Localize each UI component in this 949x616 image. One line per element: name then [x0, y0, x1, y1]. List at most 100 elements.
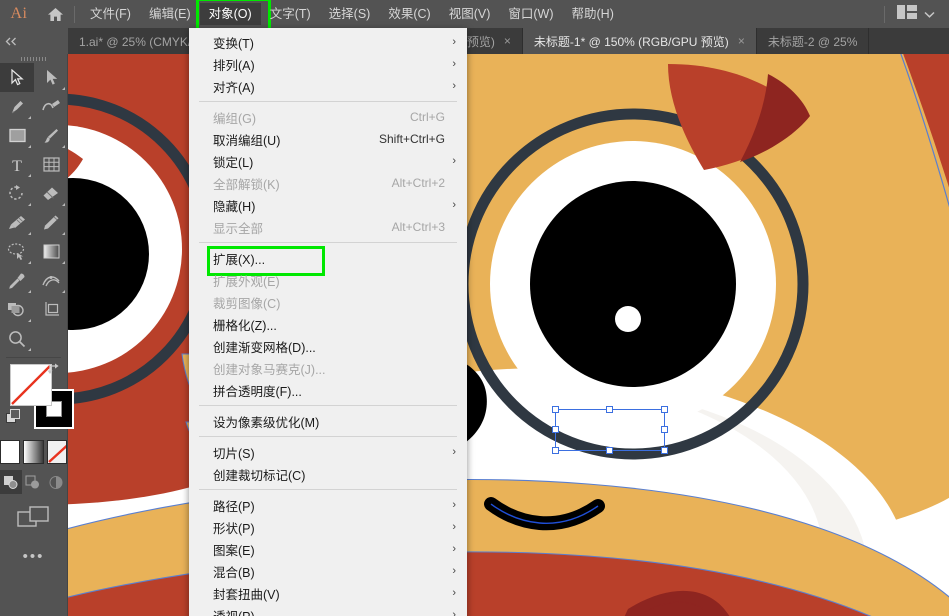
- draw-normal-mode[interactable]: [0, 470, 23, 494]
- selection-handle-bottom-center[interactable]: [606, 447, 613, 454]
- pencil-tool[interactable]: [34, 208, 68, 237]
- selection-tool[interactable]: [0, 63, 34, 92]
- default-fill-stroke-icon[interactable]: [6, 409, 21, 429]
- menu-item-expand[interactable]: 扩展(X)...: [189, 246, 467, 276]
- menu-item-shape[interactable]: 形状(P) ›: [189, 516, 467, 538]
- change-screen-mode-icon[interactable]: [0, 506, 67, 532]
- menu-item-unlock-all: 全部解锁(K) Alt+Ctrl+2: [189, 172, 467, 194]
- menu-item-path[interactable]: 路径(P) ›: [189, 494, 467, 516]
- shaper-grid-tool[interactable]: [34, 150, 68, 179]
- menu-help[interactable]: 帮助(H): [563, 3, 623, 25]
- object-dropdown-menu[interactable]: 变换(T) › 排列(A) › 对齐(A) › 编组(G) Ctrl+G 取消编组(U) Shif…: [189, 28, 467, 616]
- curvature-tool[interactable]: [34, 92, 68, 121]
- tool-flyout-corner[interactable]: [28, 203, 31, 206]
- menu-item-envelope-distort-label: 封套扭曲(V): [213, 587, 280, 602]
- edit-toolbar-dots-icon[interactable]: •••: [0, 548, 67, 565]
- menu-item-transform[interactable]: 变换(T) ›: [189, 31, 467, 53]
- selection-handle-bottom-right[interactable]: [661, 447, 668, 454]
- menu-item-envelope-distort[interactable]: 封套扭曲(V) ›: [189, 582, 467, 604]
- artboard-tool[interactable]: [34, 295, 68, 324]
- selection-handle-top-left[interactable]: [552, 406, 559, 413]
- tool-flyout-corner[interactable]: [62, 203, 65, 206]
- selection-handle-middle-right[interactable]: [661, 426, 668, 433]
- menu-item-align[interactable]: 对齐(A) ›: [189, 75, 467, 97]
- menu-effect[interactable]: 效果(C): [379, 3, 439, 25]
- eraser-tool[interactable]: [34, 179, 68, 208]
- tool-flyout-corner[interactable]: [28, 232, 31, 235]
- menu-select[interactable]: 选择(S): [320, 3, 380, 25]
- menu-type-label: 文字(T): [269, 7, 311, 21]
- document-tab-4[interactable]: 未标题-2 @ 25%: [756, 28, 870, 54]
- menu-item-slice[interactable]: 切片(S) ›: [189, 441, 467, 463]
- draw-inside-mode[interactable]: [45, 470, 67, 494]
- menu-item-arrange-label: 排列(A): [213, 58, 255, 73]
- gradient-tool[interactable]: [34, 237, 68, 266]
- shape-builder-tool[interactable]: [0, 295, 34, 324]
- menu-item-lock[interactable]: 锁定(L) ›: [189, 150, 467, 172]
- menu-item-show-all: 显示全部 Alt+Ctrl+3: [189, 216, 467, 238]
- tool-flyout-corner[interactable]: [62, 261, 65, 264]
- menu-type[interactable]: 文字(T): [261, 3, 320, 25]
- panel-collapse-control[interactable]: [0, 28, 68, 54]
- toolbar-drag-grip[interactable]: [0, 54, 67, 63]
- pen-tool[interactable]: [0, 92, 34, 121]
- tool-flyout-corner[interactable]: [62, 290, 65, 293]
- menu-item-ungroup[interactable]: 取消编组(U) Shift+Ctrl+G: [189, 128, 467, 150]
- submenu-chevron-right-icon: ›: [452, 198, 456, 211]
- menu-view[interactable]: 视图(V): [440, 3, 500, 25]
- tab-close-icon[interactable]: ×: [738, 35, 745, 47]
- lasso-select-tool[interactable]: [0, 237, 34, 266]
- menu-item-flatten-transparency-label: 拼合透明度(F)...: [213, 384, 302, 399]
- zoom-tool[interactable]: [0, 324, 34, 353]
- paintbrush-tool[interactable]: [34, 121, 68, 150]
- tool-flyout-corner[interactable]: [28, 319, 31, 322]
- submenu-chevron-right-icon: ›: [452, 154, 456, 167]
- selection-handle-top-right[interactable]: [661, 406, 668, 413]
- home-icon[interactable]: [38, 0, 72, 28]
- tool-flyout-corner[interactable]: [62, 145, 65, 148]
- chevron-down-icon[interactable]: [924, 5, 935, 23]
- menu-edit[interactable]: 编辑(E): [140, 3, 200, 25]
- direct-selection-tool[interactable]: [34, 63, 68, 92]
- path-selection-bbox[interactable]: [552, 406, 668, 454]
- type-tool[interactable]: T: [0, 150, 34, 179]
- gradient-mode[interactable]: [23, 440, 44, 464]
- document-tab-3[interactable]: 未标题-1* @ 150% (RGB/GPU 预览) ×: [522, 28, 757, 54]
- menu-item-arrange[interactable]: 排列(A) ›: [189, 53, 467, 75]
- menu-item-flatten-transparency[interactable]: 拼合透明度(F)...: [189, 379, 467, 401]
- swap-fill-stroke-icon[interactable]: [46, 362, 61, 381]
- menu-item-hide[interactable]: 隐藏(H) ›: [189, 194, 467, 216]
- tool-flyout-corner[interactable]: [28, 174, 31, 177]
- menu-item-create-trim-marks[interactable]: 创建裁切标记(C): [189, 463, 467, 485]
- rectangle-tool[interactable]: [0, 121, 34, 150]
- blob-brush-tool[interactable]: [0, 208, 34, 237]
- tool-flyout-corner[interactable]: [62, 87, 65, 90]
- workspace-switcher[interactable]: [884, 0, 949, 28]
- selection-handle-top-center[interactable]: [606, 406, 613, 413]
- menu-item-blend[interactable]: 混合(B) ›: [189, 560, 467, 582]
- menu-item-make-pixel-perfect[interactable]: 设为像素级优化(M): [189, 410, 467, 432]
- tab-close-icon[interactable]: ×: [504, 35, 511, 47]
- selection-handle-middle-left[interactable]: [552, 426, 559, 433]
- workspace-layout-icon[interactable]: [897, 4, 917, 24]
- tool-flyout-corner[interactable]: [28, 145, 31, 148]
- width-tool[interactable]: [34, 266, 68, 295]
- none-mode[interactable]: [46, 440, 67, 464]
- eyedropper-tool[interactable]: [0, 266, 34, 295]
- menu-item-rasterize[interactable]: 栅格化(Z)...: [189, 313, 467, 335]
- rotate-tool[interactable]: [0, 179, 34, 208]
- menu-item-pattern[interactable]: 图案(E) ›: [189, 538, 467, 560]
- tool-flyout-corner[interactable]: [62, 232, 65, 235]
- menu-window[interactable]: 窗口(W): [499, 3, 562, 25]
- tool-flyout-corner[interactable]: [28, 348, 31, 351]
- menu-object[interactable]: 对象(O): [195, 0, 271, 34]
- solid-color-mode[interactable]: [0, 440, 21, 464]
- tool-flyout-corner[interactable]: [28, 261, 31, 264]
- tool-flyout-corner[interactable]: [28, 290, 31, 293]
- selection-handle-bottom-left[interactable]: [552, 447, 559, 454]
- menu-item-create-gradient-mesh[interactable]: 创建渐变网格(D)...: [189, 335, 467, 357]
- menu-item-perspective[interactable]: 透视(P)›: [189, 604, 467, 616]
- tool-flyout-corner[interactable]: [28, 116, 31, 119]
- menu-file[interactable]: 文件(F): [81, 3, 140, 25]
- draw-behind-mode[interactable]: [22, 470, 44, 494]
